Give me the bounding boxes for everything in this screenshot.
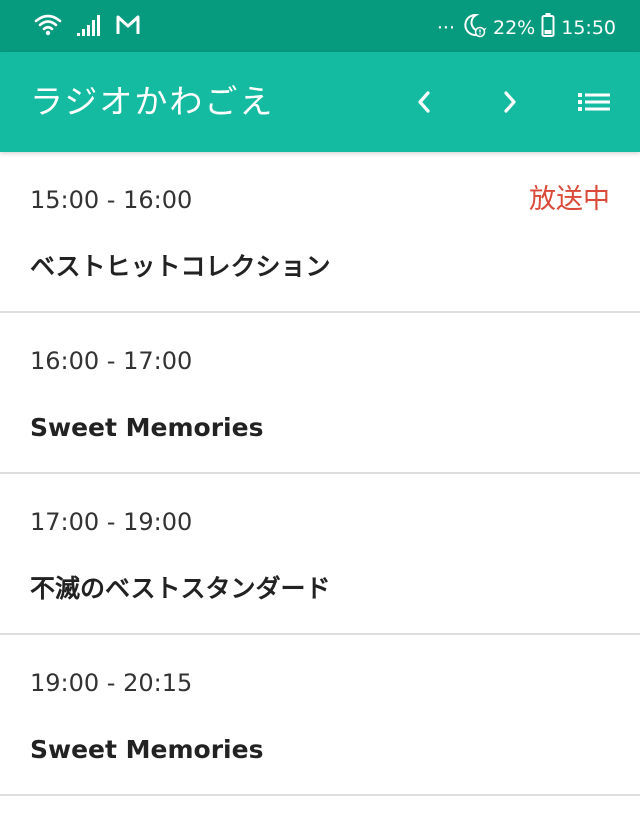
status-more: ··· [436,16,455,39]
status-time: 15:50 [561,16,616,39]
program-title: Sweet Memories [30,735,264,764]
app-title: ラジオかわごえ [30,82,275,121]
program-list: 15:00 - 16:00 放送中 ベストヒットコレクション 16:00 - 1… [0,152,640,796]
app-bar: ラジオかわごえ [0,52,640,152]
previous-day-button[interactable] [404,82,444,122]
gmail-icon [116,14,140,40]
list-icon [578,93,610,111]
battery-icon [541,12,555,43]
program-time: 19:00 - 20:15 [30,669,193,697]
program-title: Sweet Memories [30,413,264,442]
battery-percentage: 22% [493,16,536,39]
program-time: 16:00 - 17:00 [30,347,193,375]
chevron-left-icon [418,91,430,113]
app-bar-actions [404,82,614,122]
list-menu-button[interactable] [574,82,614,122]
wifi-icon [34,12,62,42]
program-item[interactable]: 16:00 - 17:00 Sweet Memories [0,313,640,474]
moon-icon [461,12,487,43]
on-air-badge: 放送中 [529,184,610,215]
program-item[interactable]: 17:00 - 19:00 不滅のベストスタンダード [0,474,640,635]
status-right-icons: ··· 22% 15:50 [437,12,616,43]
signal-icon [76,13,102,41]
program-title: 不滅のベストスタンダード [30,574,331,603]
status-bar: ··· 22% 15:50 [0,0,640,52]
program-item[interactable]: 15:00 - 16:00 放送中 ベストヒットコレクション [0,152,640,313]
chevron-right-icon [504,91,516,113]
program-title: ベストヒットコレクション [30,252,331,281]
program-time: 17:00 - 19:00 [30,508,193,536]
status-left-icons [34,12,140,42]
program-time: 15:00 - 16:00 [30,186,193,214]
program-item[interactable]: 19:00 - 20:15 Sweet Memories [0,635,640,796]
next-day-button[interactable] [490,82,530,122]
